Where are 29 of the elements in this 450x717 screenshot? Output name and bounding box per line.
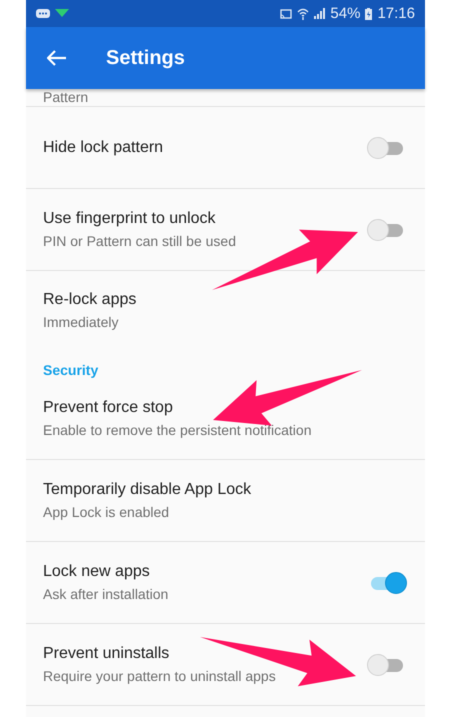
battery-icon bbox=[365, 8, 372, 20]
wifi-icon bbox=[297, 8, 310, 20]
setting-title: Hide lock pattern bbox=[43, 138, 164, 156]
setting-title: Prevent uninstalls bbox=[43, 645, 170, 663]
cast-icon bbox=[280, 8, 292, 18]
setting-row[interactable]: Re-lock apps Immediately bbox=[26, 271, 425, 349]
setting-subtitle: Enable to remove the persistent notification bbox=[43, 422, 312, 438]
back-icon[interactable] bbox=[47, 50, 67, 66]
setting-title: Prevent force stop bbox=[43, 399, 174, 417]
signal-icon bbox=[314, 8, 326, 19]
clock: 17:16 bbox=[377, 5, 415, 22]
setting-row[interactable]: Hide lock pattern bbox=[26, 107, 425, 189]
section-header: Security bbox=[43, 362, 98, 378]
setting-title: Use fingerprint to unlock bbox=[43, 210, 217, 228]
setting-subtitle: PIN or Pattern can still be used bbox=[43, 233, 237, 249]
setting-subtitle: Require your pattern to uninstall apps bbox=[43, 668, 277, 684]
setting-title: Temporarily disable App Lock bbox=[43, 481, 252, 499]
message-icon bbox=[36, 8, 50, 18]
setting-subtitle: App Lock is enabled bbox=[43, 504, 170, 520]
app-bar-title: Settings bbox=[106, 46, 185, 70]
setting-subtitle: Immediately bbox=[43, 314, 120, 330]
battery-percentage: 54% bbox=[330, 5, 360, 22]
setting-subtitle: Ask after installation bbox=[43, 586, 170, 602]
setting-subtitle: Pattern bbox=[43, 89, 88, 106]
download-icon bbox=[55, 9, 69, 18]
setting-row[interactable]: Lock new apps Ask after installation bbox=[26, 542, 425, 624]
setting-title: Lock new apps bbox=[43, 563, 151, 581]
setting-title: Re-lock apps bbox=[43, 290, 138, 308]
setting-row[interactable]: Temporarily disable App Lock App Lock is enabled bbox=[26, 460, 425, 542]
